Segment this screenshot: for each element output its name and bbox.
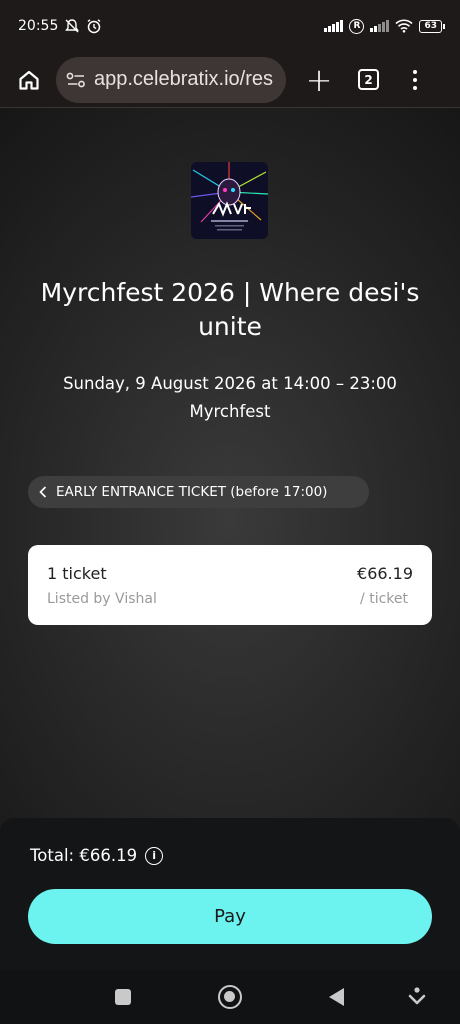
new-tab-button[interactable]: + — [304, 64, 334, 96]
system-nav-bar — [0, 970, 460, 1024]
listing-price: €66.19 — [357, 564, 413, 583]
info-icon[interactable]: i — [145, 846, 164, 865]
home-button[interactable] — [12, 63, 46, 97]
battery-icon: 63 — [419, 19, 445, 33]
checkout-panel: Total: €66.19 i Pay — [0, 818, 460, 970]
total-amount: Total: €66.19 — [30, 846, 138, 865]
site-settings-icon[interactable] — [66, 71, 86, 89]
home-nav-icon[interactable] — [218, 985, 242, 1009]
chevron-left-icon — [39, 486, 47, 498]
total-row: Total: €66.19 i — [30, 846, 164, 865]
listing-seller: Listed by Vishal — [47, 591, 157, 607]
signal-icon-secondary — [370, 20, 390, 32]
browser-toolbar: app.celebratix.io/res + 2 — [0, 52, 460, 108]
listing-quantity: 1 ticket — [47, 564, 107, 583]
menu-button[interactable] — [407, 69, 423, 90]
wifi-icon — [395, 19, 414, 33]
home-icon — [19, 70, 39, 90]
keyboard-hide-icon[interactable] — [408, 986, 426, 1008]
mute-icon — [65, 19, 80, 33]
pay-button[interactable]: Pay — [28, 889, 432, 944]
event-title: Myrchfest 2026 | Where desi's unite — [40, 278, 420, 341]
listing-price-unit: / ticket — [360, 591, 408, 607]
alarm-icon — [87, 19, 101, 34]
url-text[interactable]: app.celebratix.io/res — [94, 68, 273, 91]
ticket-listing-card[interactable]: 1 ticket Listed by Vishal €66.19 / ticke… — [28, 545, 432, 625]
event-venue: Myrchfest — [189, 402, 271, 421]
status-bar: 20:55 R 63 — [0, 0, 460, 52]
tab-switcher-button[interactable]: 2 — [358, 69, 379, 90]
recents-icon[interactable] — [115, 989, 131, 1005]
back-icon[interactable] — [329, 988, 344, 1006]
address-bar[interactable]: app.celebratix.io/res — [56, 56, 286, 103]
signal-icon — [324, 20, 344, 32]
clock: 20:55 — [18, 18, 59, 34]
event-datetime: Sunday, 9 August 2026 at 14:00 – 23:00 — [63, 374, 397, 393]
roaming-icon: R — [349, 18, 365, 34]
ticket-type-back-chip[interactable]: EARLY ENTRANCE TICKET (before 17:00) — [28, 476, 369, 508]
event-poster-image — [191, 162, 268, 239]
ticket-type-label: EARLY ENTRANCE TICKET (before 17:00) — [56, 484, 328, 500]
